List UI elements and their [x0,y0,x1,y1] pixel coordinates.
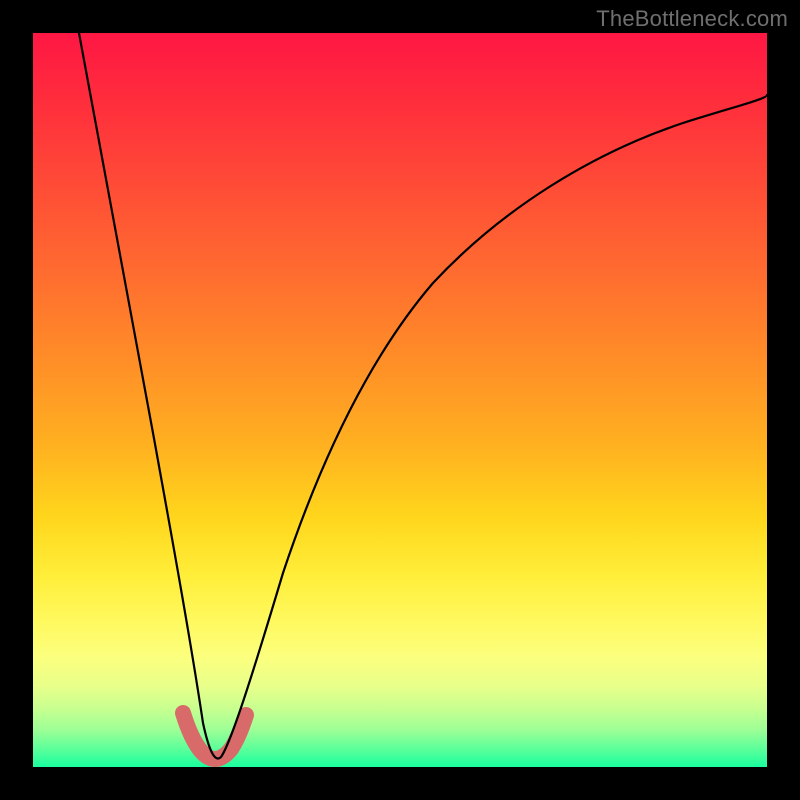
curve-svg [33,33,767,767]
plot-area [33,33,767,767]
chart-frame: TheBottleneck.com [0,0,800,800]
optimal-region-highlight [183,713,246,759]
bottleneck-curve [79,33,767,759]
attribution-text: TheBottleneck.com [596,6,788,32]
